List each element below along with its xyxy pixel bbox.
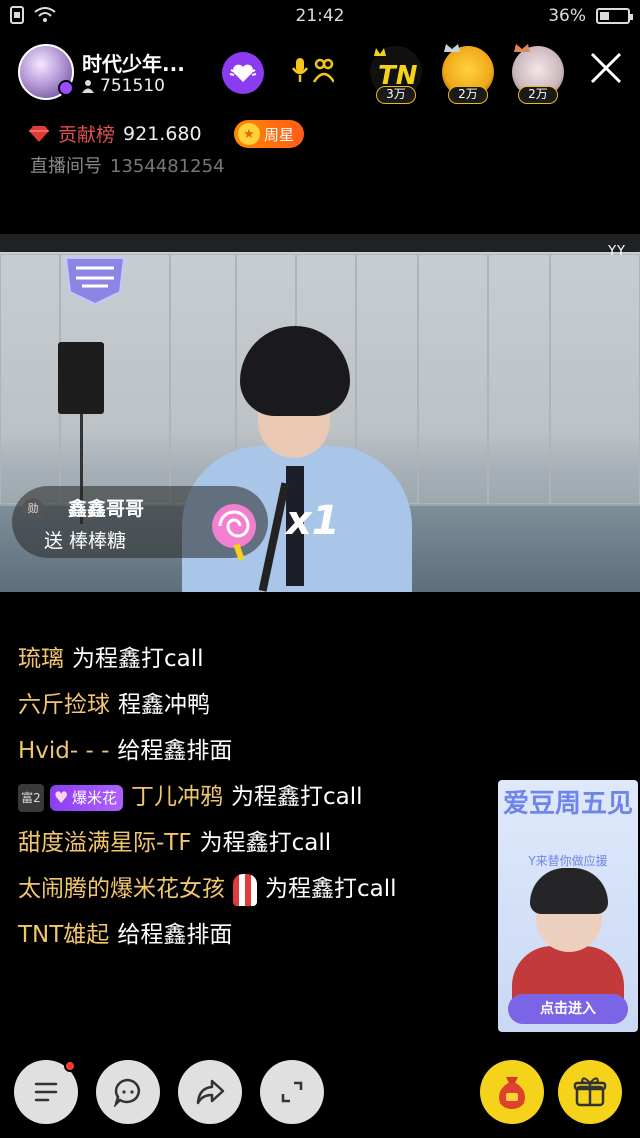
chat-message: 太闹腾的爆米花女孩 为程鑫打call [18, 866, 488, 912]
share-button[interactable] [178, 1060, 242, 1124]
close-icon[interactable] [588, 50, 624, 86]
chat-message: 甜度溢满星际-TF 为程鑫打call [18, 820, 488, 866]
diamond-icon [29, 125, 49, 142]
chat-text: 给程鑫排面 [117, 738, 233, 764]
chat-username[interactable]: 琉璃 [18, 646, 64, 672]
status-time: 21:42 [295, 6, 345, 26]
live-video[interactable]: YY 勋 鑫鑫哥哥 送 棒棒糖 x1 [0, 234, 640, 592]
chat-text: 为程鑫打call [72, 646, 204, 672]
gift-count: x1 [286, 498, 340, 544]
chat-username[interactable]: 丁儿冲鸦 [131, 784, 223, 810]
chat-username[interactable]: 甜度溢满星际-TF [18, 830, 192, 856]
menu-button[interactable] [14, 1060, 78, 1124]
video-watermark: YY [608, 244, 626, 259]
menu-icon [34, 1082, 58, 1102]
gift-description: 送 棒棒糖 [44, 530, 127, 552]
share-icon [196, 1079, 225, 1105]
promo-title: 爱豆周五见 [502, 789, 633, 819]
promo-enter-button[interactable]: 点击进入 [508, 994, 628, 1024]
wealth-level-badge: 富2 [18, 783, 44, 812]
mic-link-icon[interactable] [290, 56, 334, 90]
room-label: 直播间号 [30, 156, 102, 177]
rank-avatar-3[interactable]: 2万 [512, 44, 564, 104]
chat-message: TNT雄起 给程鑫排面 [18, 912, 488, 958]
fans-count: 751510 [100, 76, 165, 96]
chat-username[interactable]: TNT雄起 [18, 922, 109, 948]
chat-message: Hvid- - - 给程鑫排面 [18, 728, 488, 774]
fullscreen-icon [281, 1081, 303, 1103]
show-logo-icon [64, 257, 126, 306]
status-bar: 21:42 36% [0, 0, 640, 32]
chat-text: 为程鑫打call [231, 784, 363, 810]
battery-percent: 36% [548, 6, 586, 26]
person-icon [82, 80, 94, 93]
chat-message: 琉璃 为程鑫打call [18, 636, 488, 682]
contribution-value: 921.680 [123, 122, 202, 145]
chat-message: 六斤捡球 程鑫冲鸭 [18, 682, 488, 728]
heart-wings-icon [229, 64, 257, 82]
rank-avatar-1[interactable]: TN 3万 [370, 46, 422, 104]
chat-username[interactable]: 六斤捡球 [18, 692, 110, 718]
gift-sender: 鑫鑫哥哥 [68, 498, 145, 520]
room-id: 1354481254 [110, 156, 225, 177]
chat-text: 为程鑫打call [199, 830, 332, 856]
speaker [58, 342, 104, 414]
gift-box-icon [573, 1077, 607, 1107]
chat-bubble-icon [113, 1078, 140, 1107]
notification-dot [64, 1060, 76, 1072]
chat-button[interactable] [96, 1060, 160, 1124]
rank-label-2: 2万 [448, 86, 488, 104]
chat-text: 程鑫冲鸭 [118, 692, 210, 718]
star-icon: ★ [238, 123, 260, 145]
follow-button[interactable] [222, 52, 264, 94]
weekly-star-badge[interactable]: ★ 周星 [234, 120, 305, 148]
rank-label-1: 3万 [376, 86, 416, 104]
lollipop-icon [212, 504, 256, 560]
popcorn-icon [233, 873, 257, 906]
host-name: 时代少年... [82, 52, 185, 76]
rank-avatar-2[interactable]: 2万 [442, 44, 494, 104]
rank-label-3: 2万 [518, 86, 558, 104]
chat-text: 给程鑫排面 [117, 922, 233, 948]
promo-subtitle: Y来替你做应援 [528, 854, 608, 868]
contribution-ranking[interactable]: 贡献榜 921.680 [28, 120, 202, 147]
lucky-bag-button[interactable] [480, 1060, 544, 1124]
lucky-bag-icon [499, 1077, 525, 1109]
chat-message: 富2爆米花丁儿冲鸦为程鑫打call [18, 774, 488, 820]
promo-card[interactable]: 爱豆周五见 Y来替你做应援 点击进入 [498, 780, 638, 1032]
silver-crown-icon [444, 44, 460, 52]
chat-list: 琉璃为程鑫打call 六斤捡球程鑫冲鸭 Hvid- - -给程鑫排面 富2爆米花… [18, 636, 488, 958]
medal-icon: 勋 [22, 498, 44, 520]
battery-icon [596, 8, 633, 24]
host-info[interactable]: 时代少年... 751510 [18, 44, 218, 104]
contribution-label: 贡献榜 [58, 124, 116, 146]
chat-text: 为程鑫打call [265, 876, 397, 902]
weekly-star-label: 周星 [264, 125, 295, 144]
verified-badge-icon [58, 80, 74, 96]
chat-username[interactable]: 太闹腾的爆米花女孩 [18, 876, 225, 902]
bronze-crown-icon [514, 44, 530, 52]
chat-username[interactable]: Hvid- - - [18, 738, 109, 764]
fan-club-badge: 爆米花 [50, 784, 124, 811]
fullscreen-button[interactable] [260, 1060, 324, 1124]
gift-button[interactable] [558, 1060, 622, 1124]
room-number: 直播间号 1354481254 [30, 152, 225, 178]
host-fans: 751510 [82, 76, 165, 96]
host-avatar[interactable] [18, 44, 74, 100]
